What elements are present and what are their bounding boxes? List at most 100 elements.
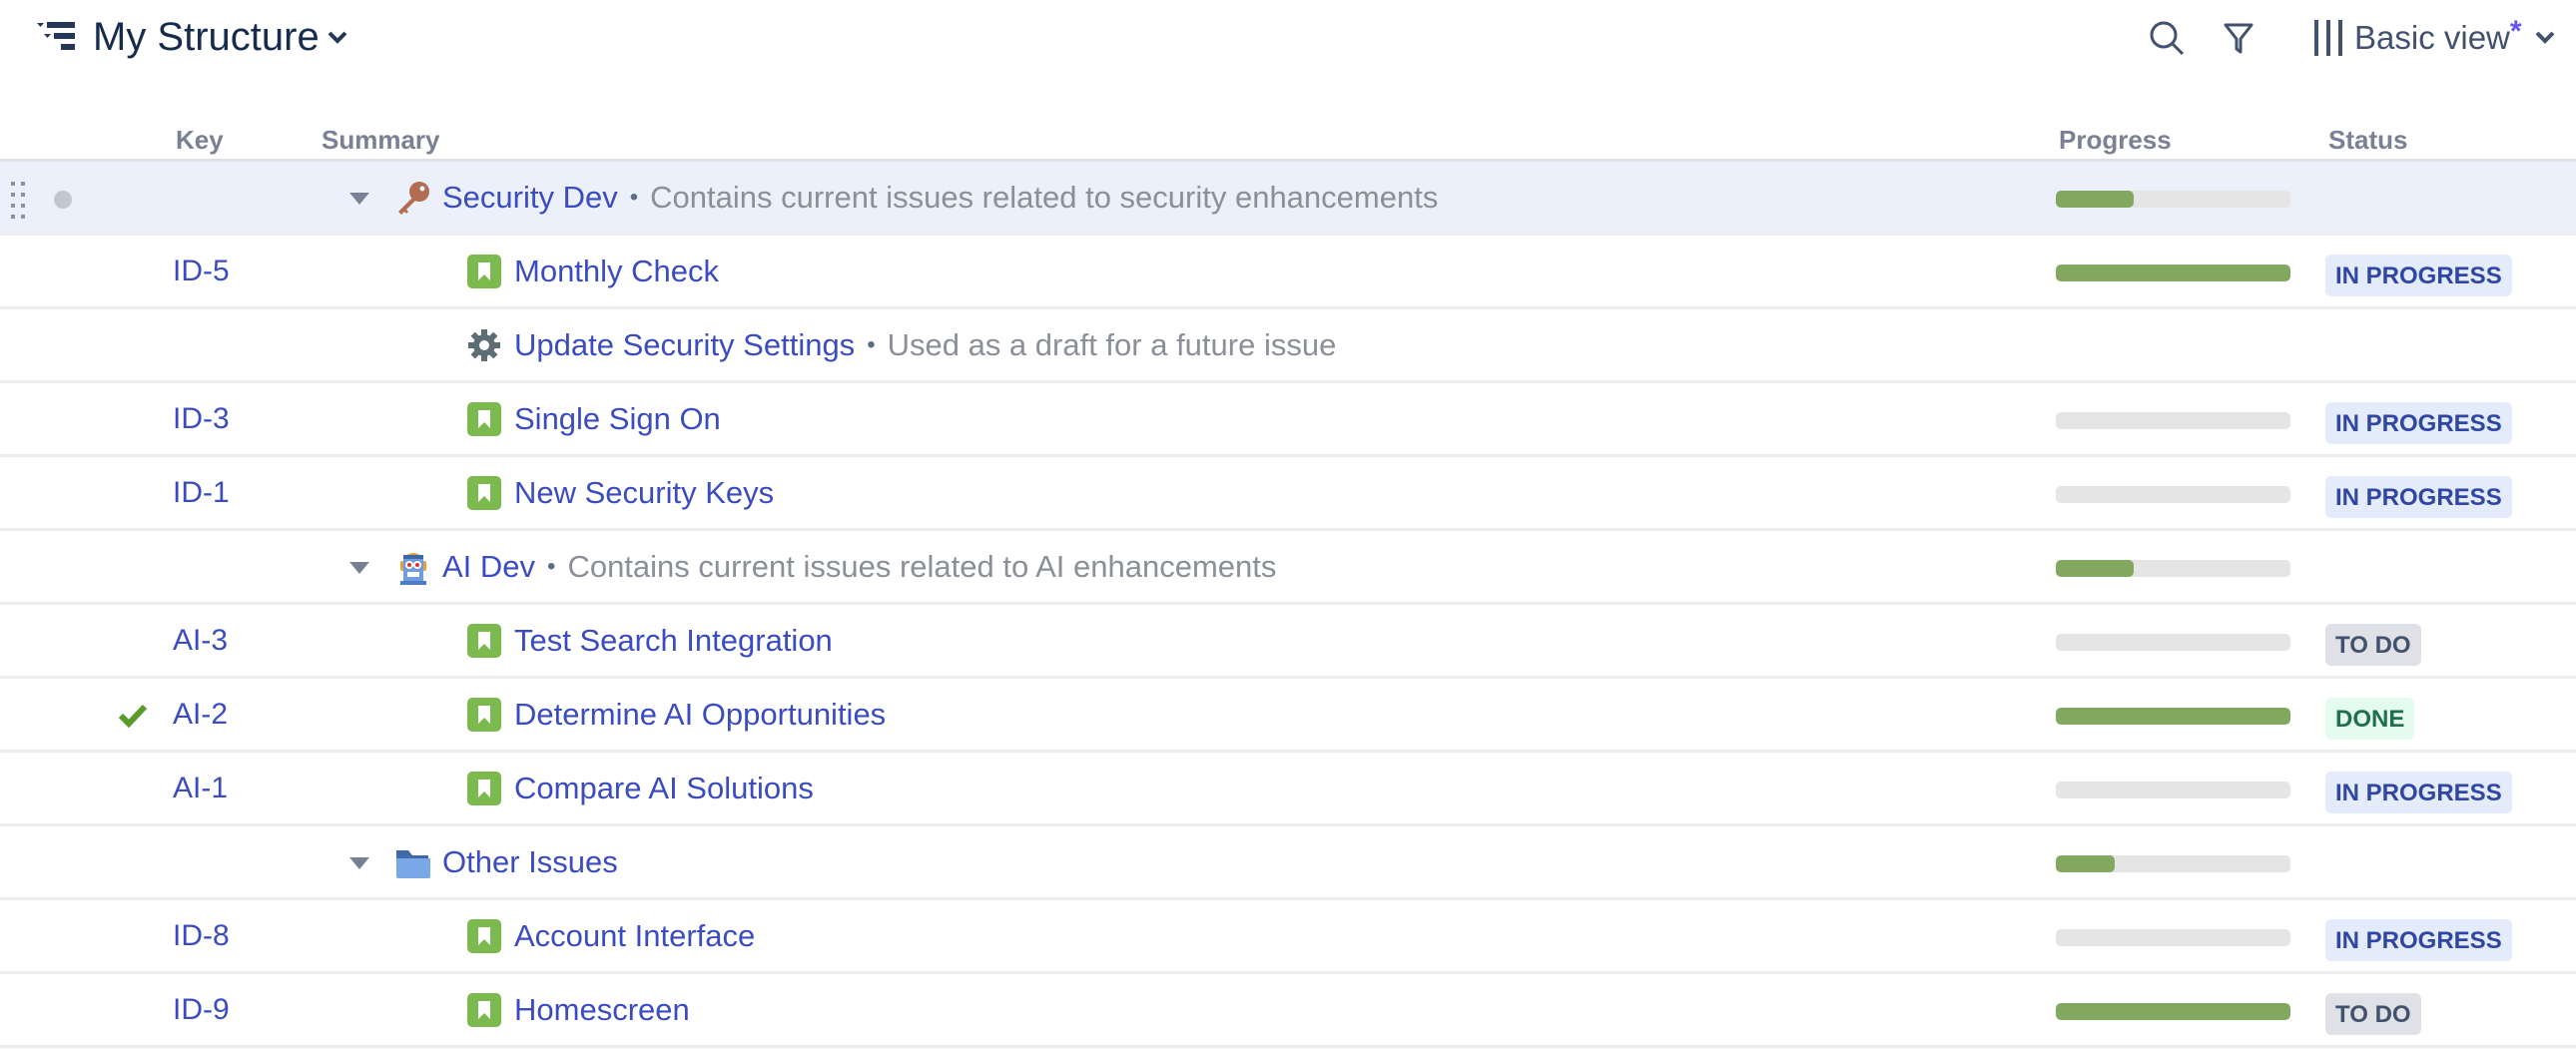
status-badge[interactable]: IN PROGRESS <box>2325 476 2512 518</box>
status-badge[interactable]: IN PROGRESS <box>2325 402 2512 444</box>
summary-cell: Homescreen <box>514 989 690 1031</box>
structure-icon <box>37 22 75 50</box>
summary-link[interactable]: AI Dev <box>442 549 535 584</box>
row-selector-dot[interactable] <box>54 191 72 209</box>
progress-fill <box>2056 708 2290 725</box>
summary-link[interactable]: Single Sign On <box>514 401 721 436</box>
table-row[interactable]: ID-9 Homescreen TO DO <box>0 974 2576 1048</box>
progress-bar <box>2056 486 2290 503</box>
search-icon[interactable] <box>2147 18 2187 58</box>
column-header-status[interactable]: Status <box>2328 120 2407 160</box>
collapse-toggle-icon[interactable] <box>349 562 369 575</box>
column-header-key[interactable]: Key <box>176 120 224 160</box>
structure-title[interactable]: My Structure <box>93 12 320 62</box>
robot-icon <box>394 549 432 587</box>
issue-key[interactable]: ID-1 <box>173 473 230 513</box>
status-badge[interactable]: DONE <box>2325 698 2415 740</box>
table-row[interactable]: AI-2 Determine AI Opportunities DONE <box>0 679 2576 753</box>
progress-fill <box>2056 560 2134 577</box>
summary-cell: AI Dev • Contains current issues related t… <box>442 546 1276 591</box>
summary-link[interactable]: Update Security Settings <box>514 327 855 362</box>
summary-link[interactable]: Account Interface <box>514 918 755 953</box>
status-badge[interactable]: TO DO <box>2325 624 2421 666</box>
view-selector[interactable]: Basic view* <box>2354 14 2522 64</box>
summary-cell: Monthly Check <box>514 251 719 292</box>
table-row[interactable]: ID-3 Single Sign On IN PROGRESS <box>0 383 2576 457</box>
story-icon <box>467 698 501 732</box>
summary-link[interactable]: New Security Keys <box>514 475 774 510</box>
table-row[interactable]: AI-1 Compare AI Solutions IN PROGRESS <box>0 753 2576 826</box>
status-badge[interactable]: IN PROGRESS <box>2325 772 2512 813</box>
status-badge[interactable]: TO DO <box>2325 993 2421 1035</box>
progress-bar <box>2056 1003 2290 1020</box>
separator-dot: • <box>629 184 639 211</box>
progress-bar <box>2056 560 2290 577</box>
summary-link[interactable]: Other Issues <box>442 844 618 879</box>
progress-fill <box>2056 855 2115 872</box>
summary-cell: Other Issues <box>442 841 618 883</box>
progress-fill <box>2056 264 2290 281</box>
story-icon <box>467 993 501 1027</box>
progress-bar <box>2056 264 2290 281</box>
progress-fill <box>2056 1003 2290 1020</box>
table-row[interactable]: Update Security Settings • Used as a draft… <box>0 309 2576 383</box>
summary-link[interactable]: Homescreen <box>514 992 690 1027</box>
column-header-summary[interactable]: Summary <box>322 120 440 160</box>
summary-link[interactable]: Security Dev <box>442 180 618 215</box>
collapse-toggle-icon[interactable] <box>349 857 369 870</box>
filter-icon[interactable] <box>2219 18 2258 58</box>
progress-bar <box>2056 708 2290 725</box>
summary-cell: Account Interface <box>514 915 755 957</box>
story-icon <box>467 624 501 658</box>
structure-grid: Security Dev • Contains current issues rel… <box>0 162 2576 1048</box>
issue-key[interactable]: AI-1 <box>173 769 228 808</box>
top-bar: My Structure Basic view* <box>0 0 2576 80</box>
chevron-down-icon[interactable] <box>326 28 348 46</box>
collapse-toggle-icon[interactable] <box>349 193 369 206</box>
table-row[interactable]: ID-5 Monthly Check IN PROGRESS <box>0 236 2576 309</box>
summary-link[interactable]: Compare AI Solutions <box>514 771 814 805</box>
summary-cell: Single Sign On <box>514 398 721 440</box>
summary-description: Contains current issues related to secur… <box>650 180 1439 215</box>
story-icon <box>467 476 501 510</box>
progress-fill <box>2056 191 2134 208</box>
summary-cell: Security Dev • Contains current issues rel… <box>442 177 1438 222</box>
folder-row[interactable]: Security Dev • Contains current issues rel… <box>0 162 2576 236</box>
summary-link[interactable]: Test Search Integration <box>514 623 833 658</box>
table-row[interactable]: ID-8 Account Interface IN PROGRESS <box>0 900 2576 974</box>
progress-bar <box>2056 929 2290 946</box>
folder-row[interactable]: AI Dev • Contains current issues related t… <box>0 531 2576 605</box>
status-badge[interactable]: IN PROGRESS <box>2325 255 2512 296</box>
progress-bar <box>2056 191 2290 208</box>
table-row[interactable]: AI-3 Test Search Integration TO DO <box>0 605 2576 679</box>
drag-handle-icon[interactable] <box>10 180 28 220</box>
summary-description: Contains current issues related to AI en… <box>567 549 1277 584</box>
separator-dot: • <box>547 553 556 580</box>
summary-cell: Test Search Integration <box>514 620 833 662</box>
story-icon <box>467 772 501 805</box>
table-row[interactable]: ID-1 New Security Keys IN PROGRESS <box>0 457 2576 531</box>
progress-bar <box>2056 782 2290 798</box>
progress-bar <box>2056 634 2290 651</box>
status-badge[interactable]: IN PROGRESS <box>2325 919 2512 961</box>
issue-key[interactable]: ID-8 <box>173 916 230 956</box>
summary-cell: New Security Keys <box>514 472 774 514</box>
summary-cell: Determine AI Opportunities <box>514 694 886 736</box>
progress-bar <box>2056 412 2290 429</box>
folder-icon <box>394 844 432 882</box>
view-name: Basic view <box>2354 19 2510 56</box>
summary-link[interactable]: Determine AI Opportunities <box>514 697 886 732</box>
issue-key[interactable]: ID-5 <box>173 252 230 291</box>
folder-row[interactable]: Other Issues <box>0 826 2576 900</box>
issue-key[interactable]: AI-3 <box>173 621 228 661</box>
summary-link[interactable]: Monthly Check <box>514 254 719 288</box>
story-icon <box>467 919 501 953</box>
summary-cell: Update Security Settings • Used as a draft… <box>514 324 1336 369</box>
column-header-progress[interactable]: Progress <box>2059 120 2172 160</box>
view-modified-marker: * <box>2509 15 2522 48</box>
issue-key[interactable]: AI-2 <box>173 695 228 735</box>
columns-icon[interactable] <box>2312 20 2344 56</box>
issue-key[interactable]: ID-3 <box>173 399 230 439</box>
view-chevron-down-icon[interactable] <box>2534 30 2556 46</box>
issue-key[interactable]: ID-9 <box>173 990 230 1030</box>
